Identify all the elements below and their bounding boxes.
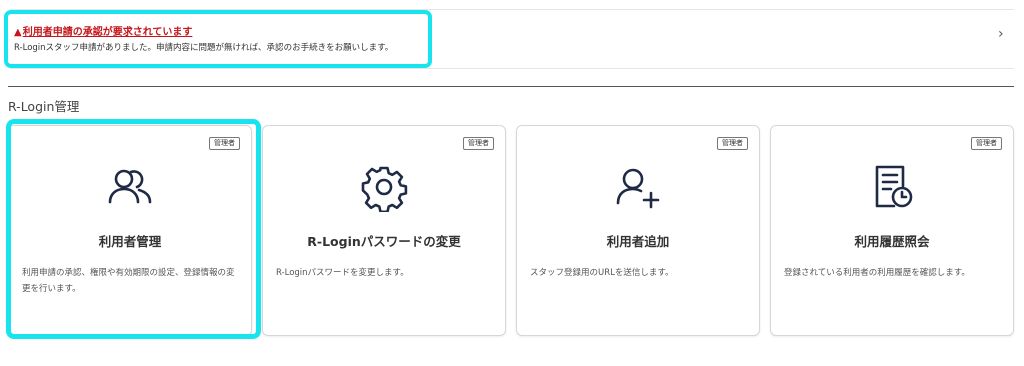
section-divider (8, 86, 1014, 87)
users-icon (105, 162, 155, 212)
approval-request-notice[interactable] (4, 12, 1016, 68)
card-title: 利用者追加 (606, 234, 670, 249)
chevron-right-icon[interactable]: › (998, 27, 1004, 41)
admin-badge: 管理者 (717, 137, 748, 150)
user-add-icon (613, 162, 663, 212)
card-title: R-Loginパスワードの変更 (307, 234, 461, 249)
warning-icon: ▲ (14, 27, 22, 38)
history-document-icon (867, 162, 917, 212)
card-password-change[interactable]: 管理者 R-Loginパスワードの変更 R-Loginパスワードを変更します。 (262, 125, 506, 336)
card-title: 利用者管理 (98, 234, 162, 249)
admin-badge: 管理者 (971, 137, 1002, 150)
admin-badge: 管理者 (463, 137, 494, 150)
card-description: 利用申請の承認、権限や有効期限の設定、登録情報の変更を行います。 (22, 268, 235, 294)
notice-title-text: 利用者申請の承認が要求されています (22, 27, 193, 38)
top-divider (10, 9, 1014, 10)
gear-icon (359, 162, 409, 214)
card-usage-history[interactable]: 管理者 利用履歴照会 登録されている利用者の利用履歴を確認します。 (770, 125, 1014, 336)
notice-divider (10, 68, 1014, 69)
notice-title[interactable]: ▲利用者申請の承認が要求されています (14, 23, 192, 38)
card-add-user[interactable]: 管理者 利用者追加 スタッフ登録用のURLを送信します。 (516, 125, 760, 336)
card-description: スタッフ登録用のURLを送信します。 (530, 268, 674, 278)
card-title: 利用履歴照会 (854, 234, 930, 249)
card-user-management[interactable]: 管理者 利用者管理 利用申請の承認、権限や有効期限の設定、登録情報の変更を行いま… (8, 125, 252, 336)
card-description: 登録されている利用者の利用履歴を確認します。 (784, 268, 970, 278)
section-title: R-Login管理 (8, 99, 80, 114)
admin-badge: 管理者 (209, 137, 240, 150)
card-description: R-Loginパスワードを変更します。 (276, 268, 409, 278)
notice-description: R-Loginスタッフ申請がありました。申請内容に問題が無ければ、承認のお手続き… (14, 43, 394, 53)
